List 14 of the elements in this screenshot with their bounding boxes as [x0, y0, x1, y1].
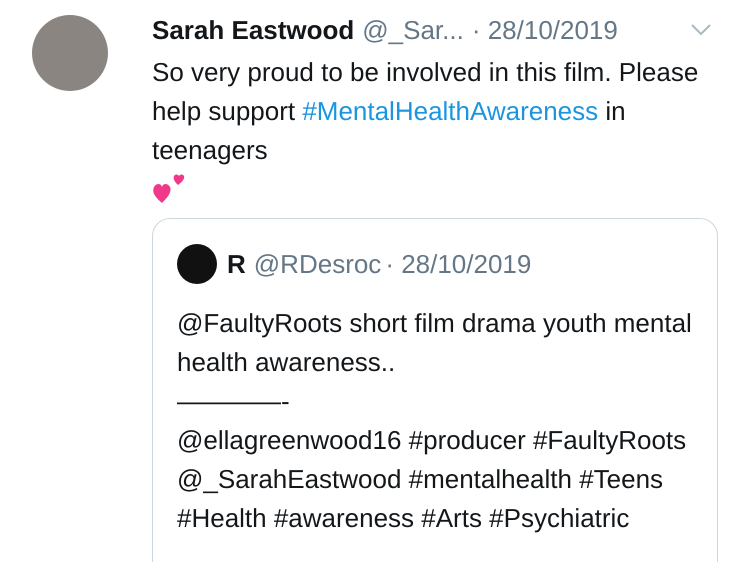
avatar-photo-placeholder: [177, 244, 217, 284]
author-handle[interactable]: @_Sar...: [362, 15, 464, 45]
tweet-date[interactable]: · 28/10/2019: [472, 15, 618, 45]
author-name[interactable]: Sarah Eastwood: [152, 15, 354, 45]
quoted-author-name: R: [227, 249, 246, 279]
quoted-tweet-date: · 28/10/2019: [385, 249, 532, 279]
hashtag-link[interactable]: #MentalHealthAwareness: [302, 96, 598, 126]
quoted-tweet-text: @FaultyRoots short film drama youth mental health awareness..: [177, 307, 693, 379]
chevron-down-icon[interactable]: [690, 23, 712, 37]
tweet-text: So very proud to be involved in this film. Please help support #MentalHealthAwareness in teenagers: [152, 56, 700, 167]
quoted-tweet-text: @ellagreenwood16 #producer #FaultyRoots @_SarahEastwood #mentalhealth #Teens #Health #awareness #Arts #Psychiatric: [177, 424, 688, 535]
quoted-author-handle: @RDesroc: [254, 249, 382, 279]
quoted-tweet-text: ————-: [177, 385, 291, 418]
quoted-tweet-card[interactable]: [152, 218, 718, 562]
